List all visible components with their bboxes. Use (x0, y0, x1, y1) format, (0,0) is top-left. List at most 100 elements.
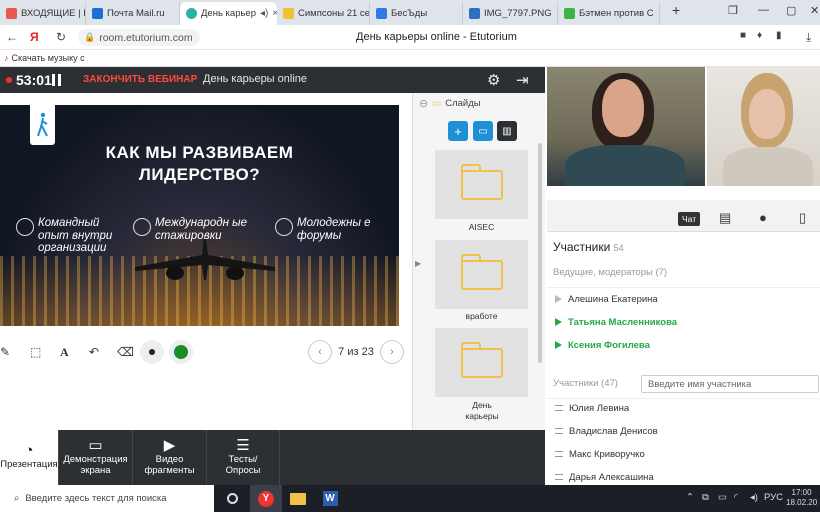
participant-name: Дарья Алексашина (569, 471, 654, 483)
team-icon (16, 218, 34, 236)
network-icon[interactable]: ⧉ (702, 492, 709, 503)
list-icon: ☰ (236, 436, 250, 454)
scrollbar[interactable] (538, 143, 542, 363)
browser-tab[interactable]: Почта Mail.ru (86, 2, 180, 25)
bookmark-icon[interactable]: ▮ (776, 30, 782, 41)
volume-icon[interactable]: ◂) (750, 492, 758, 503)
language-indicator[interactable]: РУС (764, 492, 783, 503)
slide-item: Международн ые стажировки (133, 217, 253, 242)
exit-icon[interactable]: ⇥ (516, 71, 529, 89)
moderator-row[interactable]: Ксения Фогилева (547, 334, 820, 356)
tab-label: Бэтмен против С (579, 8, 654, 19)
folder-card[interactable] (435, 150, 528, 219)
word-icon: W (322, 491, 338, 506)
taskbar-word[interactable]: W (314, 485, 346, 512)
chat-icon[interactable]: ▤ (719, 210, 731, 226)
battery-icon[interactable]: ▭ (718, 492, 727, 503)
participant-row[interactable]: Дарья Алексашина (547, 466, 820, 485)
participant-row[interactable]: Владислав Денисов (547, 420, 820, 442)
gear-icon[interactable]: ⚙ (487, 71, 500, 89)
camera-icon[interactable]: ■ (740, 30, 746, 41)
next-slide-button[interactable]: › (380, 340, 404, 364)
yandex-icon[interactable]: Я (30, 30, 39, 44)
participant-face (749, 89, 785, 139)
status-icon (555, 295, 562, 303)
microphone-icon[interactable]: ♦ (757, 30, 762, 41)
video-fragments-label: Видео фрагменты (144, 453, 195, 476)
select-icon[interactable]: ⬚ (30, 345, 41, 359)
screen-share-button[interactable]: ▭ Демонстрация экрана (59, 430, 133, 485)
download-icon[interactable]: ⤓ (806, 30, 811, 45)
browser-tab[interactable]: ВХОДЯЩИЕ | Ке (0, 2, 86, 25)
undo-icon[interactable]: ↶ (89, 345, 99, 359)
right-panel-spacer (547, 186, 820, 200)
color-picker-button[interactable] (169, 340, 193, 364)
presentation-button[interactable]: ◔ Презентация (0, 430, 59, 485)
taskbar-clock[interactable]: 17:00 18.02.20 (786, 488, 817, 508)
folder-card[interactable] (435, 328, 528, 397)
video-feed-2 (707, 67, 820, 186)
screen-share-label: Демонстрация экрана (63, 453, 128, 476)
slides-panel-header: ⊖ ▭ Слайды (419, 97, 481, 110)
collapse-arrow-icon[interactable]: ▶ (415, 259, 421, 268)
back-icon[interactable]: ← (6, 30, 18, 44)
end-webinar-button[interactable]: ЗАКОНЧИТЬ ВЕБИНАР (83, 74, 197, 85)
taskbar-explorer[interactable] (282, 485, 314, 512)
document-icon[interactable]: ▯ (799, 210, 806, 226)
pause-icon[interactable] (52, 74, 61, 86)
folder-icon (460, 341, 503, 378)
music-icon: ♪ (4, 53, 9, 63)
participant-body (565, 145, 685, 186)
brush-size-button[interactable] (140, 340, 164, 364)
folder-icon (460, 163, 503, 200)
user-icon[interactable]: ● (759, 210, 767, 225)
simpsons-favicon-icon (283, 8, 294, 19)
browser-tab[interactable]: БесЪды (370, 2, 463, 25)
browser-tab[interactable]: Симпсоны 21 се (277, 2, 370, 25)
eraser-icon[interactable]: ⌫ (117, 345, 134, 359)
tab-manager-icon[interactable]: ❐ (728, 4, 738, 17)
text-tool-icon[interactable]: A (60, 345, 69, 360)
participant-row[interactable]: Юлия Левина (547, 397, 820, 419)
tab-label: БесЪды (391, 8, 428, 19)
taskbar-yandex-browser[interactable]: Y (250, 485, 282, 512)
close-window-icon[interactable]: ✕ (810, 4, 819, 17)
microphone-off-icon (555, 451, 563, 457)
maximize-icon[interactable]: ▢ (786, 4, 796, 17)
folder-card[interactable] (435, 240, 528, 309)
participant-row[interactable]: Макс Криворучко (547, 443, 820, 465)
participants-title: Участники 54 (553, 240, 624, 254)
video-fragments-button[interactable]: ▶ Видео фрагменты (133, 430, 207, 485)
browser-tab-active[interactable]: День карьер ◂) × (180, 2, 277, 25)
participants-title-text: Участники (553, 240, 611, 254)
wifi-icon[interactable]: ◜ (734, 492, 738, 503)
chevron-up-icon[interactable]: ⌃ (686, 492, 694, 503)
participants-label: Участники (47) (553, 378, 618, 389)
bookmark-music[interactable]: Скачать музыку с (12, 53, 85, 63)
minimize-icon[interactable]: — (758, 4, 769, 16)
reload-icon[interactable]: ↻ (56, 30, 66, 44)
chat-favicon-icon (376, 8, 387, 19)
add-icon[interactable]: + (448, 121, 468, 141)
participant-search-input[interactable]: Введите имя участника (641, 375, 819, 393)
new-tab-button[interactable]: + (672, 2, 680, 18)
open-folder-icon[interactable]: ▭ (473, 121, 493, 141)
taskbar-search-input[interactable]: ⌕ Введите здесь текст для поиска (0, 485, 214, 512)
webinar-header: 53:01 ЗАКОНЧИТЬ ВЕБИНАР День карьеры onl… (0, 67, 545, 93)
back-circle-icon[interactable]: ⊖ (419, 97, 428, 110)
bookmarks-bar: ♪ Скачать музыку с (0, 50, 820, 67)
tests-polls-button[interactable]: ☰ Тесты/ Опросы (207, 430, 280, 485)
slide-title: КАК МЫ РАЗВИВАЕМ ЛИДЕРСТВО? (0, 142, 399, 186)
browser-tab[interactable]: IMG_7797.PNG (463, 2, 558, 25)
moderator-row[interactable]: Татьяна Масленникова (547, 311, 820, 333)
task-view-button[interactable] (216, 485, 248, 512)
recording-icon (6, 77, 12, 83)
trash-icon[interactable]: ▥ (497, 121, 517, 141)
page-indicator: 7 из 23 (338, 346, 374, 358)
pen-icon[interactable]: ✎ (0, 345, 10, 359)
prev-slide-button[interactable]: ‹ (308, 340, 332, 364)
moderator-row[interactable]: Алешина Екатерина (547, 288, 820, 310)
browser-tab[interactable]: Бэтмен против С (558, 2, 660, 25)
clock-date: 18.02.20 (786, 498, 818, 507)
url-field[interactable]: 🔒 room.etutorium.com (78, 29, 200, 46)
